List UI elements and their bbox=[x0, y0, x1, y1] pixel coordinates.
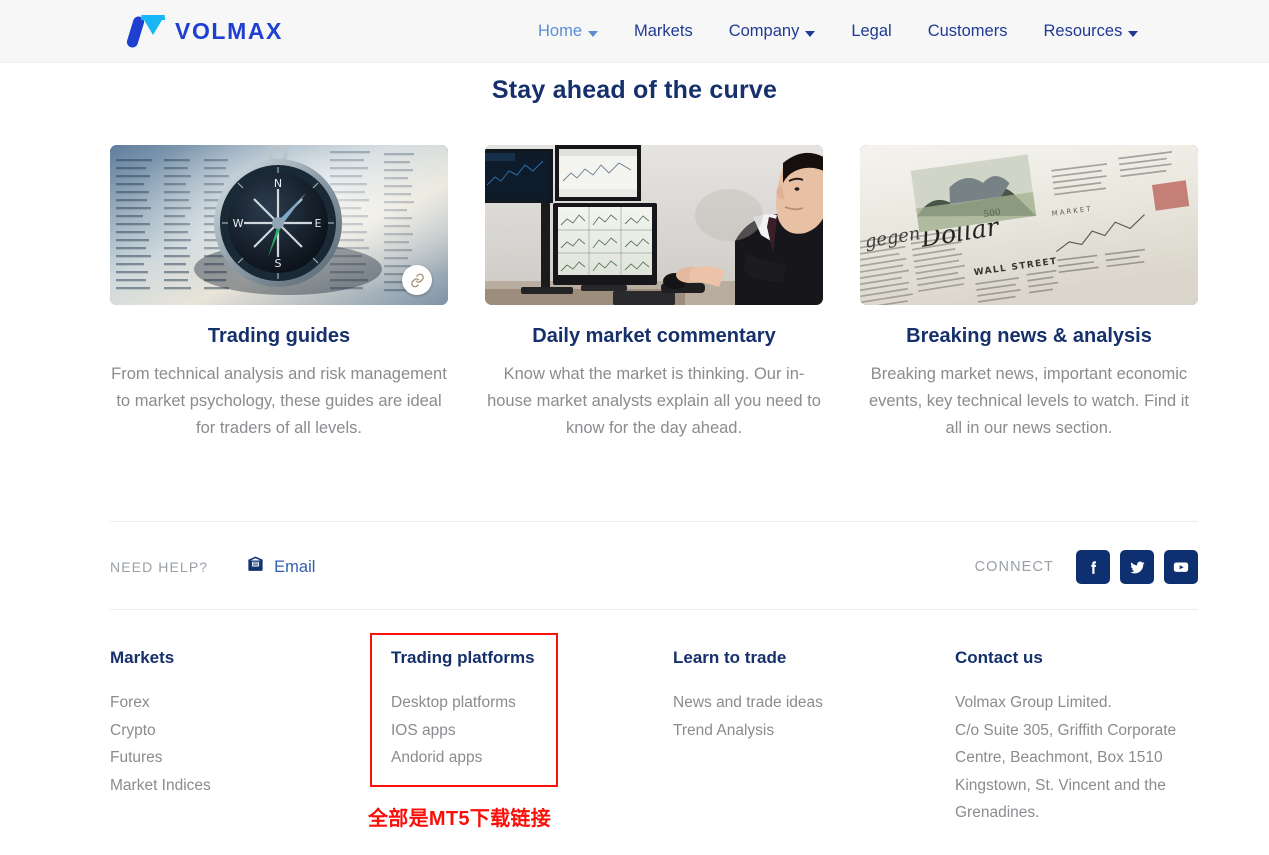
footer-heading: Trading platforms bbox=[391, 648, 535, 667]
footer-column-contact-us: Contact us Volmax Group Limited. C/o Sui… bbox=[955, 648, 1215, 827]
logo-text: VOLMAX bbox=[175, 17, 283, 44]
chevron-down-icon bbox=[805, 30, 816, 37]
card-title: Trading guides bbox=[207, 325, 351, 347]
connect-group: CONNECT bbox=[975, 550, 1198, 584]
site-header: VOLMAX Home Markets Company Legal Custom… bbox=[0, 0, 1269, 63]
nav-item-home[interactable]: Home bbox=[520, 22, 616, 41]
svg-text:S: S bbox=[275, 257, 282, 270]
email-label: Email bbox=[274, 557, 316, 576]
footer-link[interactable]: Trend Analysis bbox=[673, 717, 923, 745]
svg-text:N: N bbox=[274, 177, 282, 190]
card-title: Breaking news & analysis bbox=[906, 325, 1152, 347]
need-help-label: NEED HELP? bbox=[110, 559, 209, 575]
footer-list: Desktop platforms IOS apps Andorid apps bbox=[391, 689, 641, 772]
card-breaking-news[interactable]: gegen Dollar 500 MARKET WALL STREET Brea… bbox=[860, 145, 1198, 442]
footer-link[interactable]: Crypto bbox=[110, 717, 360, 745]
card-daily-market-commentary[interactable]: Daily market commentary Know what the ma… bbox=[485, 145, 823, 442]
nav-item-customers[interactable]: Customers bbox=[910, 22, 1026, 41]
connect-label: CONNECT bbox=[974, 559, 1054, 575]
nav-label: Company bbox=[728, 22, 800, 40]
address-line: Kingstown, St. Vincent and the bbox=[955, 776, 1166, 794]
volmax-logo-mark-icon bbox=[125, 13, 168, 49]
nav-label: Legal bbox=[851, 22, 892, 40]
nav-item-legal[interactable]: Legal bbox=[833, 22, 909, 41]
page-title: Stay ahead of the curve bbox=[491, 76, 778, 104]
footer-list: News and trade ideas Trend Analysis bbox=[673, 689, 923, 744]
card-image-compass[interactable]: N S E W bbox=[110, 145, 448, 305]
footer-link[interactable]: Market Indices bbox=[110, 772, 360, 800]
card-image-newspaper[interactable]: gegen Dollar 500 MARKET WALL STREET bbox=[860, 145, 1198, 305]
social-links bbox=[1076, 550, 1198, 584]
page-root: VOLMAX Home Markets Company Legal Custom… bbox=[0, 0, 1269, 855]
footer-column-learn-to-trade: Learn to trade News and trade ideas Tren… bbox=[673, 648, 923, 744]
address-line: C/o Suite 305, Griffith Corporate bbox=[955, 721, 1177, 739]
footer-column-trading-platforms: Trading platforms Desktop platforms IOS … bbox=[391, 648, 641, 772]
footer-link[interactable]: Forex bbox=[110, 689, 360, 717]
nav-item-markets[interactable]: Markets bbox=[616, 22, 711, 41]
nav-label: Home bbox=[538, 22, 583, 40]
address-line: Volmax Group Limited. bbox=[955, 694, 1112, 711]
youtube-icon[interactable] bbox=[1164, 550, 1198, 584]
nav-label: Resources bbox=[1043, 22, 1123, 40]
footer-link[interactable]: IOS apps bbox=[391, 717, 641, 745]
footer-link[interactable]: News and trade ideas bbox=[673, 689, 923, 717]
help-connect-row: NEED HELP? Email CONNECT bbox=[110, 550, 1198, 584]
email-inbox-icon bbox=[246, 555, 265, 579]
card-title: Daily market commentary bbox=[532, 325, 776, 347]
nav-label: Markets bbox=[634, 22, 693, 40]
link-icon[interactable] bbox=[402, 265, 432, 295]
chevron-down-icon bbox=[588, 30, 599, 37]
card-text: Know what the market is thinking. Our in… bbox=[487, 365, 821, 437]
nav-label: Customers bbox=[927, 22, 1008, 40]
address-line: Centre, Beachmont, Box 1510 bbox=[955, 749, 1163, 766]
address-line: Grenadines. bbox=[955, 804, 1040, 821]
divider-top bbox=[110, 521, 1198, 522]
divider-bottom bbox=[110, 609, 1198, 610]
card-trading-guides[interactable]: N S E W Trading guides From technical anal… bbox=[110, 145, 448, 442]
facebook-icon[interactable] bbox=[1076, 550, 1110, 584]
card-text: From technical analysis and risk managem… bbox=[111, 365, 447, 437]
main-nav: Home Markets Company Legal Customers Res… bbox=[520, 0, 1156, 63]
footer-link[interactable]: Futures bbox=[110, 744, 360, 772]
footer-heading: Markets bbox=[110, 648, 175, 667]
twitter-icon[interactable] bbox=[1120, 550, 1154, 584]
nav-item-company[interactable]: Company bbox=[711, 22, 834, 41]
svg-text:W: W bbox=[233, 217, 244, 230]
footer-link[interactable]: Andorid apps bbox=[391, 744, 641, 772]
footer-heading: Contact us bbox=[955, 648, 1043, 667]
feature-cards: N S E W Trading guides From technical anal… bbox=[110, 145, 1198, 442]
annotation-text: 全部是MT5下载链接 bbox=[368, 808, 551, 830]
footer-column-markets: Markets Forex Crypto Futures Market Indi… bbox=[110, 648, 360, 799]
footer-heading: Learn to trade bbox=[673, 648, 787, 667]
footer-link[interactable]: Desktop platforms bbox=[391, 689, 641, 717]
email-link[interactable]: Email bbox=[246, 555, 315, 579]
chevron-down-icon bbox=[1128, 30, 1139, 37]
svg-text:E: E bbox=[315, 217, 322, 230]
logo[interactable]: VOLMAX bbox=[125, 13, 283, 49]
footer-list: Forex Crypto Futures Market Indices bbox=[110, 689, 360, 799]
contact-address: Volmax Group Limited. C/o Suite 305, Gri… bbox=[955, 689, 1215, 827]
nav-item-resources[interactable]: Resources bbox=[1025, 22, 1156, 41]
card-text: Breaking market news, important economic… bbox=[868, 365, 1190, 437]
card-image-trader[interactable] bbox=[485, 145, 823, 305]
